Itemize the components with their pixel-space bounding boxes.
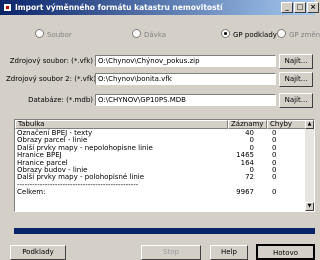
radio-davka-icon — [132, 29, 141, 38]
column-header-tabulka[interactable]: Tabulka — [15, 120, 228, 129]
stop-button[interactable]: Stop — [141, 245, 201, 260]
radio-gp-zmeny-icon — [277, 29, 286, 38]
scroll-down-icon[interactable]: ▼ — [305, 202, 314, 211]
podklady-button[interactable]: Podklady — [10, 245, 66, 260]
database-field[interactable]: O:\CHYNOV\GP10PS.MDB — [95, 94, 276, 106]
source-file-2-field[interactable]: O:\Chynov\bonita.vfk — [95, 73, 276, 85]
radio-davka-label: Dávka — [144, 31, 167, 39]
radio-gp-podklady[interactable]: GP podklady — [221, 29, 277, 40]
radio-soubor-label: Soubor — [47, 31, 72, 39]
database-label: Databáze: (*.mdb) — [28, 96, 93, 104]
maximize-button[interactable]: □ — [294, 2, 306, 13]
find-source-file-button[interactable]: Najít... — [279, 54, 313, 69]
radio-soubor[interactable]: Soubor — [35, 29, 72, 40]
find-database-button[interactable]: Najít... — [279, 93, 313, 108]
window-title: Import výměnného formátu katastru nemovi… — [15, 3, 223, 12]
close-button[interactable]: × — [307, 2, 319, 13]
radio-gp-podklady-icon — [221, 29, 230, 38]
progress-bar — [14, 228, 315, 234]
radio-gp-podklady-label: GP podklady — [233, 31, 277, 39]
column-header-zaznamy[interactable]: Záznamy — [228, 120, 267, 129]
title-bar: Import výměnného formátu katastru nemovi… — [0, 0, 319, 15]
radio-gp-zmeny[interactable]: GP změny — [277, 29, 320, 40]
radio-davka[interactable]: Dávka — [132, 29, 166, 40]
source-file-2-label: Zdrojový soubor 2: (*.vfk) — [6, 75, 97, 83]
import-table[interactable]: Tabulka Záznamy Chyby Označení BPEJ - te… — [14, 119, 315, 212]
row-records: 72 — [245, 173, 254, 182]
table-row-separator: ----------------------------------------… — [15, 182, 215, 189]
row-name: Celkem: — [17, 188, 46, 197]
minimize-button[interactable]: _ — [281, 2, 293, 13]
table-scrollbar[interactable]: ▲ ▼ — [305, 120, 314, 211]
help-button[interactable]: Help — [210, 245, 248, 260]
radio-gp-zmeny-label: GP změny — [289, 31, 320, 39]
source-file-label: Zdrojový soubor: (*.vfk) — [9, 57, 93, 65]
done-button[interactable]: Hotovo — [256, 244, 315, 260]
source-file-field[interactable]: O:\Chynov\Chýnov_pokus.zip — [95, 55, 276, 67]
row-errors: 0 — [272, 173, 277, 182]
scroll-up-icon[interactable]: ▲ — [305, 120, 314, 129]
find-source-file-2-button[interactable]: Najít... — [279, 72, 313, 87]
app-icon — [3, 3, 12, 12]
row-name: Další prvky mapy - polohopisné linie — [17, 173, 145, 182]
radio-soubor-icon — [35, 29, 44, 38]
row-errors: 0 — [272, 188, 277, 197]
column-header-chyby[interactable]: Chyby — [267, 120, 306, 129]
row-records: 9967 — [236, 188, 254, 197]
